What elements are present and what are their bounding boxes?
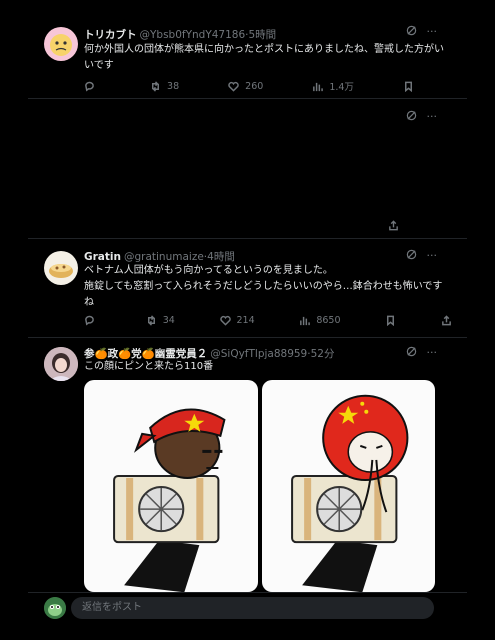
post-actions: 34 214 8650 — [84, 315, 452, 326]
post-text: この顔にピンと来たら110番 — [84, 361, 214, 372]
post-header: Gratin @gratinumaize · 4時間 — [84, 249, 427, 264]
display-name[interactable]: Gratin — [84, 251, 121, 263]
handle[interactable]: @gratinumaize — [124, 251, 204, 263]
reply-input[interactable]: 返信をポスト — [71, 597, 434, 619]
reply-icon — [85, 315, 94, 326]
share-button[interactable] — [441, 315, 452, 326]
bookmark-button[interactable] — [385, 315, 396, 326]
illustration-left — [113, 408, 226, 592]
more-icon[interactable]: ··· — [427, 249, 438, 263]
illustration-right — [290, 394, 408, 592]
user-avatar[interactable] — [44, 597, 66, 619]
like-icon — [219, 315, 231, 326]
post-2-empty[interactable]: ··· — [28, 100, 467, 238]
media-image[interactable] — [84, 380, 258, 592]
divider — [28, 337, 467, 338]
grok-icon[interactable] — [406, 110, 417, 124]
views-count: 1.4万 — [329, 82, 354, 93]
post-3[interactable]: Gratin @gratinumaize · 4時間 ··· ベトナム人団体がも… — [28, 240, 467, 338]
bookmark-icon — [387, 315, 395, 326]
repost-button[interactable]: 38 — [150, 79, 179, 93]
like-count: 260 — [245, 80, 264, 92]
post-text-line: 施錠しても窓割って入られそうだしどうしたらいいのやら…鉢合わせも怖いですね — [84, 281, 443, 308]
reply-button[interactable] — [84, 79, 101, 93]
avatar[interactable] — [44, 347, 78, 381]
more-icon[interactable]: ··· — [427, 110, 438, 124]
display-name[interactable]: トリカブト — [84, 27, 137, 42]
avatar[interactable] — [44, 251, 78, 285]
repost-icon — [152, 80, 160, 92]
reply-composer: 返信をポスト — [28, 592, 467, 640]
divider — [28, 98, 467, 99]
like-count: 214 — [236, 315, 255, 326]
post-1[interactable]: トリカブト @Ybsb0fYndY47186 · 5時間 ··· 何か外国人の団… — [28, 14, 467, 100]
timestamp[interactable]: 5時間 — [249, 27, 277, 42]
repost-count: 38 — [167, 80, 180, 92]
post-header: トリカブト @Ybsb0fYndY47186 · 5時間 — [84, 27, 427, 42]
grok-icon[interactable] — [406, 249, 417, 263]
bookmark-icon — [404, 81, 412, 92]
timestamp[interactable]: 4時間 — [207, 249, 235, 264]
post-text-line: ベトナム人団体がもう向かってるというのを見ました。 — [84, 265, 333, 276]
media-image[interactable] — [261, 380, 435, 592]
divider — [28, 238, 467, 239]
views-count: 8650 — [316, 315, 341, 326]
grok-icon[interactable] — [406, 346, 417, 360]
views-button[interactable]: 1.4万 — [312, 79, 354, 93]
handle[interactable]: @Ybsb0fYndY47186 — [140, 29, 246, 41]
like-icon — [228, 81, 239, 92]
share-button[interactable] — [388, 216, 399, 235]
post-media — [84, 380, 435, 592]
post-actions: 38 260 1.4万 — [84, 79, 414, 93]
reply-button[interactable] — [84, 315, 101, 326]
like-button[interactable]: 214 — [219, 315, 255, 326]
post-text: ベトナム人団体がもう向かってるというのを見ました。 施錠しても窓割って入られそう… — [84, 263, 445, 311]
reply-icon — [85, 81, 94, 91]
share-icon — [442, 315, 451, 326]
grok-icon[interactable] — [406, 25, 417, 39]
repost-count: 34 — [162, 315, 175, 326]
more-icon[interactable]: ··· — [427, 25, 438, 39]
bookmark-button[interactable] — [403, 79, 414, 93]
more-icon[interactable]: ··· — [427, 346, 438, 360]
avatar[interactable] — [44, 27, 78, 61]
repost-button[interactable]: 34 — [146, 315, 175, 326]
like-button[interactable]: 260 — [228, 79, 263, 93]
views-icon — [300, 316, 311, 326]
views-button[interactable]: 8650 — [299, 315, 341, 326]
repost-icon — [147, 315, 155, 326]
post-text: 何か外国人の団体が熊本県に向かったとポストにありましたね、警戒した方がいいです — [84, 44, 444, 71]
views-icon — [313, 82, 324, 91]
share-icon — [389, 220, 398, 231]
